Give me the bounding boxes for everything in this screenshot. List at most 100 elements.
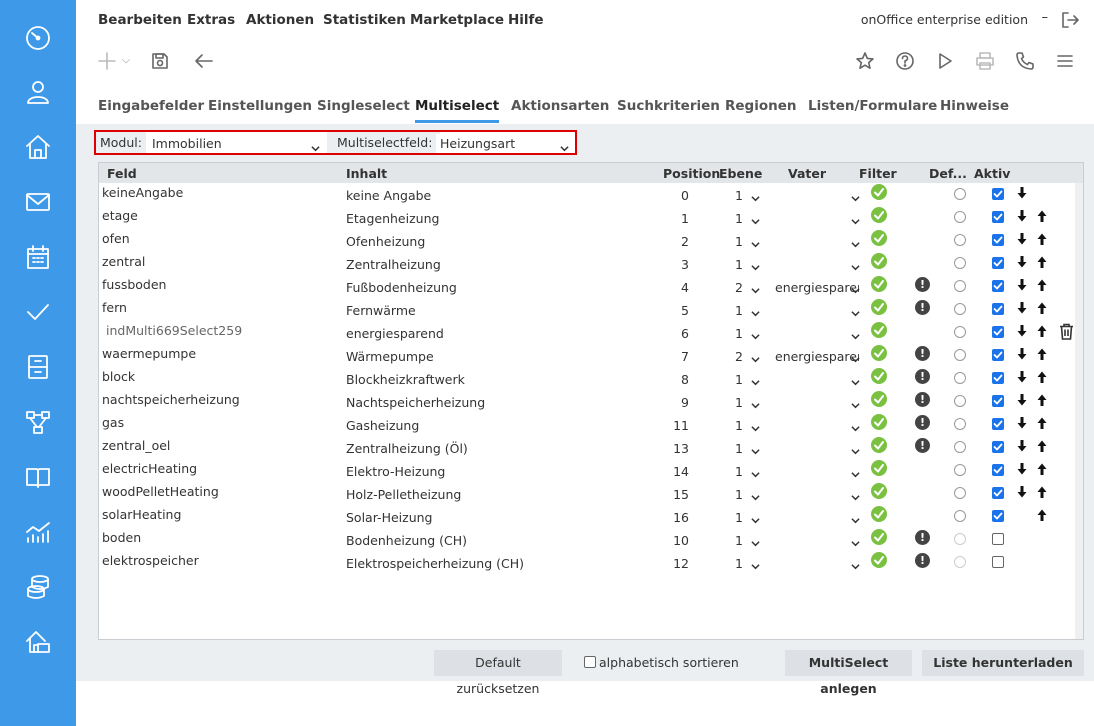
cell-position[interactable]: 12 — [659, 556, 689, 571]
filter-ok-icon[interactable] — [871, 253, 887, 269]
default-radio[interactable] — [954, 349, 966, 361]
filter-ok-icon[interactable] — [871, 276, 887, 292]
table-row[interactable]: woodPelletHeating Holz-Pelletheizung 15 1 — [99, 483, 1075, 506]
cell-vater[interactable]: energiesparend — [775, 349, 859, 364]
chevron-down-icon[interactable] — [751, 421, 760, 432]
cabinet-icon[interactable] — [22, 351, 54, 383]
move-down-icon[interactable] — [1017, 348, 1027, 360]
filter-ok-icon[interactable] — [871, 460, 887, 476]
menu-aktionen[interactable]: Aktionen — [246, 12, 314, 28]
help-icon[interactable] — [894, 50, 916, 72]
chevron-down-icon[interactable] — [751, 513, 760, 524]
col-feld[interactable]: Feld — [107, 166, 137, 181]
cell-position[interactable]: 16 — [659, 510, 689, 525]
chevron-down-icon[interactable] — [751, 306, 760, 317]
move-up-icon[interactable] — [1037, 325, 1047, 337]
cell-ebene[interactable]: 1 — [735, 372, 743, 387]
chevron-down-icon[interactable] — [751, 191, 760, 202]
filter-ok-icon[interactable] — [871, 207, 887, 223]
chevron-down-icon[interactable] — [751, 398, 760, 409]
aktiv-checkbox[interactable] — [992, 441, 1004, 453]
cell-ebene[interactable]: 1 — [735, 464, 743, 479]
aktiv-checkbox[interactable] — [992, 556, 1004, 568]
chevron-down-icon[interactable] — [851, 237, 860, 248]
cell-ebene[interactable]: 1 — [735, 326, 743, 341]
table-row[interactable]: elektrospeicher Elektrospeicherheizung (C… — [99, 552, 1075, 575]
add-icon[interactable] — [96, 50, 118, 72]
filter-ok-icon[interactable] — [871, 437, 887, 453]
chevron-down-icon[interactable] — [851, 559, 860, 570]
database-icon[interactable] — [22, 571, 54, 603]
tab-hinweise[interactable]: Hinweise — [940, 98, 1009, 120]
move-up-icon[interactable] — [1037, 440, 1047, 452]
cell-ebene[interactable]: 2 — [735, 349, 743, 364]
chevron-down-icon[interactable] — [851, 214, 860, 225]
chevron-down-icon[interactable] — [751, 260, 760, 271]
menu-extras[interactable]: Extras — [187, 12, 235, 28]
cell-ebene[interactable]: 1 — [735, 303, 743, 318]
filter-ok-icon[interactable] — [871, 184, 887, 200]
default-radio[interactable] — [954, 211, 966, 223]
aktiv-checkbox[interactable] — [992, 418, 1004, 430]
alphabetic-sort-checkbox[interactable] — [584, 656, 596, 668]
tab-einstellungen[interactable]: Einstellungen — [208, 98, 312, 120]
modul-select[interactable]: Immobilien — [148, 134, 325, 153]
default-radio[interactable] — [954, 464, 966, 476]
chevron-down-icon[interactable] — [851, 421, 860, 432]
aktiv-checkbox[interactable] — [992, 280, 1004, 292]
default-radio[interactable] — [954, 441, 966, 453]
col-ebene[interactable]: Ebene — [719, 166, 762, 181]
cell-position[interactable]: 14 — [659, 464, 689, 479]
chevron-down-icon[interactable] — [751, 237, 760, 248]
multiselectfeld-select[interactable]: Heizungsart — [436, 134, 574, 153]
default-radio[interactable] — [954, 372, 966, 384]
move-up-icon[interactable] — [1037, 256, 1047, 268]
chevron-down-icon[interactable] — [751, 214, 760, 225]
chevron-down-icon[interactable] — [751, 352, 760, 363]
filter-ok-icon[interactable] — [871, 368, 887, 384]
play-icon[interactable] — [934, 50, 956, 72]
aktiv-checkbox[interactable] — [992, 533, 1004, 545]
default-radio[interactable] — [954, 487, 966, 499]
table-row[interactable]: gas Gasheizung 11 1! — [99, 414, 1075, 437]
col-vater[interactable]: Vater — [788, 166, 826, 181]
mail-icon[interactable] — [22, 186, 54, 218]
menu-marketplace[interactable]: Marketplace — [410, 12, 504, 28]
filter-ok-icon[interactable] — [871, 506, 887, 522]
aktiv-checkbox[interactable] — [992, 510, 1004, 522]
network-icon[interactable] — [22, 406, 54, 438]
table-row[interactable]: ofen Ofenheizung 2 1 — [99, 230, 1075, 253]
scrollbar[interactable] — [1075, 183, 1083, 639]
cell-ebene[interactable]: 1 — [735, 510, 743, 525]
cell-position[interactable]: 2 — [659, 234, 689, 249]
table-row[interactable]: nachtspeicherheizung Nachtspeicherheizung… — [99, 391, 1075, 414]
cell-ebene[interactable]: 1 — [735, 188, 743, 203]
cell-position[interactable]: 4 — [659, 280, 689, 295]
chevron-down-icon[interactable] — [851, 467, 860, 478]
cell-ebene[interactable]: 1 — [735, 395, 743, 410]
filter-ok-icon[interactable] — [871, 529, 887, 545]
user-icon[interactable] — [22, 76, 54, 108]
move-down-icon[interactable] — [1017, 187, 1027, 199]
default-radio[interactable] — [954, 257, 966, 269]
chevron-down-icon[interactable] — [851, 283, 860, 294]
table-row[interactable]: zentral Zentralheizung 3 1 — [99, 253, 1075, 276]
chevron-down-icon[interactable] — [851, 444, 860, 455]
move-down-icon[interactable] — [1017, 394, 1027, 406]
tab-singleselect[interactable]: Singleselect — [317, 98, 410, 120]
table-row[interactable]: solarHeating Solar-Heizung 16 1 — [99, 506, 1075, 529]
cell-position[interactable]: 6 — [659, 326, 689, 341]
statistics-icon[interactable] — [22, 516, 54, 548]
default-radio[interactable] — [954, 188, 966, 200]
default-radio[interactable] — [954, 326, 966, 338]
phone-icon[interactable] — [1014, 50, 1036, 72]
col-default[interactable]: Def... — [929, 166, 967, 181]
aktiv-checkbox[interactable] — [992, 372, 1004, 384]
cell-ebene[interactable]: 2 — [735, 280, 743, 295]
move-up-icon[interactable] — [1037, 279, 1047, 291]
cell-ebene[interactable]: 1 — [735, 257, 743, 272]
aktiv-checkbox[interactable] — [992, 234, 1004, 246]
cell-ebene[interactable]: 1 — [735, 556, 743, 571]
cell-ebene[interactable]: 1 — [735, 234, 743, 249]
col-position[interactable]: Position — [663, 166, 720, 181]
